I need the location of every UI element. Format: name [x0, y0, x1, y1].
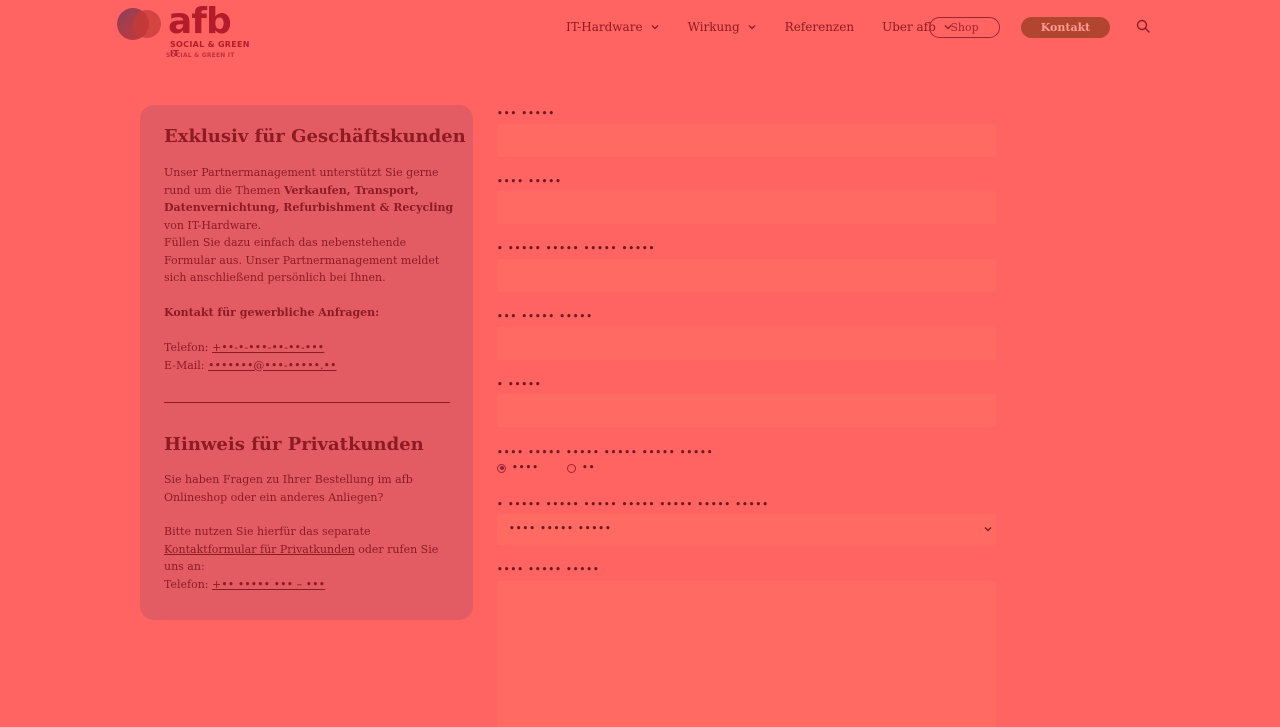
- business-intro: Unser Partnermanagement unterstützt Sie …: [164, 164, 454, 234]
- private-phone: Telefon: +•• ••••• ••• – •••: [164, 576, 325, 594]
- field-label: • ••••• ••••• ••••• •••••: [497, 244, 656, 254]
- email-link[interactable]: •••••••@•••-•••••.••: [208, 359, 337, 372]
- textarea-label: •••• ••••• •••••: [497, 565, 600, 575]
- logo-wordmark: afb: [168, 1, 232, 42]
- select-label: • ••••• ••••• ••••• ••••• ••••• ••••• ••…: [497, 500, 770, 510]
- afb-logo[interactable]: afb SOCIAL & GREEN IT SOCIAL & GREEN IT: [116, 2, 256, 62]
- field-label: ••• ••••• •••••: [497, 312, 594, 322]
- form-select[interactable]: •••• ••••• •••••: [497, 514, 996, 545]
- private-text: Sie haben Fragen zu Ihrer Bestellung im …: [164, 473, 413, 504]
- logo-tagline-small: SOCIAL & GREEN IT: [166, 52, 235, 59]
- radio-option-label: ••: [582, 463, 596, 473]
- business-intro-end: von IT-Hardware.: [164, 218, 262, 232]
- nav-label: Referenzen: [784, 20, 855, 34]
- search-icon[interactable]: [1136, 19, 1151, 34]
- nav-item-referenzen[interactable]: Referenzen: [785, 20, 854, 34]
- info-panel: Exklusiv für Geschäftskunden Unser Partn…: [140, 105, 473, 620]
- phone-link[interactable]: +••-•-•••-••-••-•••: [212, 341, 324, 354]
- radio-group: •••• ••: [497, 463, 596, 473]
- nav-item-it-hardware[interactable]: IT-Hardware: [566, 20, 660, 34]
- chevron-down-icon: [651, 25, 659, 30]
- form-field-5[interactable]: [497, 394, 996, 427]
- contact-details: Telefon: +••-•-•••-••-••-••• E-Mail: •••…: [164, 339, 337, 374]
- nav-label: Wirkung: [687, 20, 740, 34]
- chevron-down-icon: [984, 527, 992, 532]
- radio-option-1[interactable]: [497, 463, 506, 473]
- form-field-3[interactable]: [497, 259, 996, 292]
- field-label: • •••••: [497, 380, 542, 390]
- nav-label: Uber afb: [882, 20, 936, 34]
- private-contact-form-link[interactable]: Kontaktformular für Privatkunden: [164, 543, 355, 556]
- contact-heading: Kontakt für gewerbliche Anfragen:: [164, 306, 380, 319]
- private-instructions: Bitte nutzen Sie hierfür das separate Ko…: [164, 523, 454, 576]
- private-title: Hinweis für Privatkunden: [164, 434, 424, 455]
- nav-item-wirkung[interactable]: Wirkung: [688, 20, 757, 34]
- select-value: •••• ••••• •••••: [509, 524, 612, 534]
- message-textarea[interactable]: [497, 581, 996, 727]
- shop-button[interactable]: Shop: [929, 17, 1000, 38]
- business-title: Exklusiv für Geschäftskunden: [164, 126, 466, 147]
- radio-group-label: •••• ••••• ••••• ••••• ••••• •••••: [497, 448, 714, 458]
- phone-label: Telefon:: [164, 341, 209, 354]
- logo-mark-icon: [117, 8, 161, 40]
- main-nav: IT-Hardware Wirkung Referenzen Uber afb: [566, 16, 981, 38]
- chevron-down-icon: [748, 25, 756, 30]
- private-instructions-text: Bitte nutzen Sie hierfür das separate: [164, 525, 371, 538]
- panel-divider: [164, 402, 450, 403]
- form-field-2[interactable]: [497, 191, 996, 224]
- kontakt-button[interactable]: Kontakt: [1021, 17, 1110, 38]
- form-field-4[interactable]: [497, 327, 996, 360]
- field-label: ••• •••••: [497, 109, 556, 119]
- private-phone-link[interactable]: +•• ••••• ••• – •••: [212, 578, 325, 591]
- email-label: E-Mail:: [164, 358, 205, 372]
- site-header: afb SOCIAL & GREEN IT SOCIAL & GREEN IT …: [0, 0, 1280, 60]
- radio-option-label: ••••: [512, 463, 540, 473]
- private-phone-label: Telefon:: [164, 578, 209, 591]
- radio-option-2[interactable]: [567, 463, 577, 473]
- nav-label: IT-Hardware: [566, 20, 643, 34]
- business-text: Füllen Sie dazu einfach das nebenstehend…: [164, 236, 440, 284]
- field-label: •••• •••••: [497, 177, 562, 187]
- form-field-1[interactable]: [497, 124, 996, 157]
